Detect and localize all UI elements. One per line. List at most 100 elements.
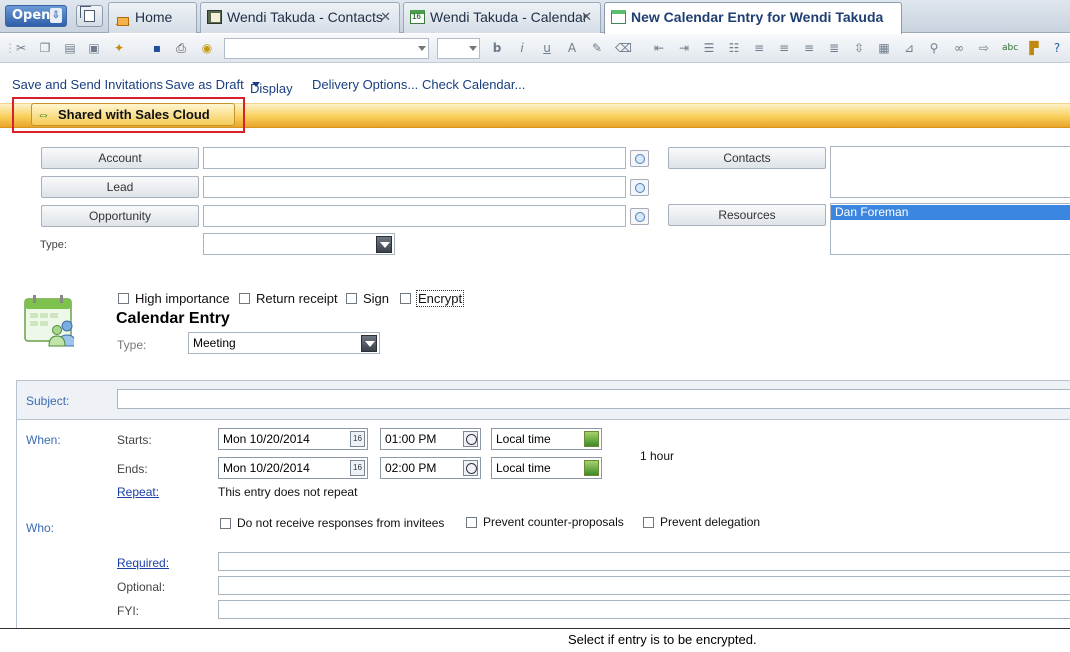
close-icon[interactable]: ✕ xyxy=(380,3,391,31)
crm-type-label: Type: xyxy=(40,239,67,251)
no-responses-checkbox[interactable] xyxy=(220,518,231,529)
end-time-value: 02:00 PM xyxy=(385,461,437,475)
entry-type-select[interactable]: Meeting xyxy=(188,332,380,354)
resource-item[interactable]: Dan Foreman xyxy=(831,205,1070,220)
font-family-select[interactable] xyxy=(224,38,429,59)
required-link[interactable]: Required: xyxy=(117,556,169,570)
underline-icon[interactable]: u xyxy=(540,41,554,55)
clock-icon[interactable] xyxy=(463,460,478,476)
date-picker-icon[interactable]: 16 xyxy=(350,460,365,476)
timezone-icon[interactable] xyxy=(584,431,599,447)
bold-icon[interactable]: b xyxy=(490,41,504,55)
timezone-icon[interactable] xyxy=(584,460,599,476)
lead-field[interactable] xyxy=(203,176,626,198)
return-receipt-checkbox[interactable] xyxy=(239,293,250,304)
opportunity-button[interactable]: Opportunity xyxy=(41,205,199,227)
end-date-field[interactable]: Mon 10/20/2014 16 xyxy=(218,457,368,479)
tab-contacts[interactable]: Wendi Takuda - Contacts ✕ xyxy=(200,2,400,33)
eraser-icon[interactable]: ⌫ xyxy=(615,41,632,55)
resources-button[interactable]: Resources xyxy=(668,204,826,226)
optional-field[interactable] xyxy=(218,576,1070,595)
tab-bar: Open⇩ Home Wendi Takuda - Contacts ✕ Wen… xyxy=(0,0,1070,34)
abc-check-icon[interactable]: abc xyxy=(1002,41,1018,55)
lead-lookup-icon[interactable] xyxy=(630,179,649,196)
increase-indent-icon[interactable]: ⇥ xyxy=(677,41,691,55)
highlight-icon[interactable]: ✎ xyxy=(590,41,604,55)
tab-home[interactable]: Home xyxy=(108,2,197,33)
display-menu[interactable]: Display xyxy=(250,77,293,96)
align-center-icon[interactable]: ≡ xyxy=(777,41,791,55)
fyi-label: FYI: xyxy=(117,604,140,618)
contacts-list[interactable] xyxy=(830,146,1070,198)
italic-icon[interactable]: i xyxy=(515,41,529,55)
spell-check-icon[interactable]: ◉ xyxy=(200,41,214,55)
frame-icon[interactable]: ▛ xyxy=(1027,41,1041,55)
windows-icon xyxy=(80,6,95,22)
attach-icon[interactable]: ⚲ xyxy=(927,41,941,55)
cut-icon[interactable]: ✂ xyxy=(14,41,28,55)
print-icon[interactable]: ⎙ xyxy=(174,41,188,55)
fyi-field[interactable] xyxy=(218,600,1070,619)
sign-checkbox[interactable] xyxy=(346,293,357,304)
help-icon[interactable]: ? xyxy=(1050,41,1064,55)
check-calendar-button[interactable]: Check Calendar... xyxy=(422,77,525,92)
new-icon[interactable]: ✦ xyxy=(112,41,126,55)
chevron-down-icon[interactable] xyxy=(361,335,377,352)
ruler-icon[interactable]: ⊿ xyxy=(902,41,916,55)
line-spacing-icon[interactable]: ⇳ xyxy=(852,41,866,55)
paste-special-icon[interactable]: ▣ xyxy=(87,41,101,55)
repeat-link[interactable]: Repeat: xyxy=(117,485,159,499)
save-draft-button[interactable]: Save as Draft xyxy=(165,77,244,92)
insert-icon[interactable]: ⇨ xyxy=(977,41,991,55)
account-button[interactable]: Account xyxy=(41,147,199,169)
open-button[interactable]: Open ⇩ xyxy=(5,5,67,27)
opportunity-lookup-icon[interactable] xyxy=(630,208,649,225)
date-picker-icon[interactable]: 16 xyxy=(350,431,365,447)
account-field[interactable] xyxy=(203,147,626,169)
delivery-options-button[interactable]: Delivery Options... xyxy=(312,77,418,92)
start-time-field[interactable]: 01:00 PM xyxy=(380,428,481,450)
start-date-field[interactable]: Mon 10/20/2014 16 xyxy=(218,428,368,450)
close-icon[interactable]: ✕ xyxy=(581,3,592,31)
resources-list[interactable]: Dan Foreman xyxy=(830,203,1070,255)
chevron-down-icon[interactable] xyxy=(376,236,392,253)
table-icon[interactable]: ▦ xyxy=(877,41,891,55)
decrease-indent-icon[interactable]: ⇤ xyxy=(652,41,666,55)
open-dropdown-icon[interactable]: ⇩ xyxy=(50,8,62,23)
start-time-value: 01:00 PM xyxy=(385,432,437,446)
end-time-field[interactable]: 02:00 PM xyxy=(380,457,481,479)
align-left-icon[interactable]: ≡ xyxy=(752,41,766,55)
subject-field[interactable] xyxy=(117,389,1070,409)
account-lookup-icon[interactable] xyxy=(630,150,649,167)
tab-calendar[interactable]: Wendi Takuda - Calendar ✕ xyxy=(403,2,601,33)
lead-button[interactable]: Lead xyxy=(41,176,199,198)
tab-new-calendar-entry[interactable]: New Calendar Entry for Wendi Takuda xyxy=(604,2,902,34)
prevent-counter-checkbox[interactable] xyxy=(466,517,477,528)
numbering-icon[interactable]: ☷ xyxy=(727,41,741,55)
required-field[interactable] xyxy=(218,552,1070,571)
bullets-icon[interactable]: ☰ xyxy=(702,41,716,55)
tab-home-label: Home xyxy=(135,9,173,25)
contacts-button[interactable]: Contacts xyxy=(668,147,826,169)
end-timezone-field[interactable]: Local time xyxy=(491,457,602,479)
prevent-counter-label: Prevent counter-proposals xyxy=(483,515,624,529)
window-switch-button[interactable] xyxy=(76,5,103,27)
save-icon[interactable]: ▪ xyxy=(150,41,164,55)
text-color-icon[interactable]: A xyxy=(565,41,579,55)
encrypt-checkbox[interactable] xyxy=(400,293,411,304)
status-text: Select if entry is to be encrypted. xyxy=(568,632,757,647)
link-icon[interactable]: ∞ xyxy=(952,41,966,55)
font-size-select[interactable] xyxy=(437,38,480,59)
justify-icon[interactable]: ≣ xyxy=(827,41,841,55)
prevent-delegation-label: Prevent delegation xyxy=(660,515,761,529)
start-timezone-field[interactable]: Local time xyxy=(491,428,602,450)
crm-type-select[interactable] xyxy=(203,233,395,255)
clock-icon[interactable] xyxy=(463,431,478,447)
high-importance-checkbox[interactable] xyxy=(118,293,129,304)
opportunity-field[interactable] xyxy=(203,205,626,227)
align-right-icon[interactable]: ≡ xyxy=(802,41,816,55)
save-send-button[interactable]: Save and Send Invitations xyxy=(12,77,163,92)
copy-icon[interactable]: ❐ xyxy=(38,41,52,55)
prevent-delegation-checkbox[interactable] xyxy=(643,517,654,528)
paste-icon[interactable]: ▤ xyxy=(63,41,77,55)
